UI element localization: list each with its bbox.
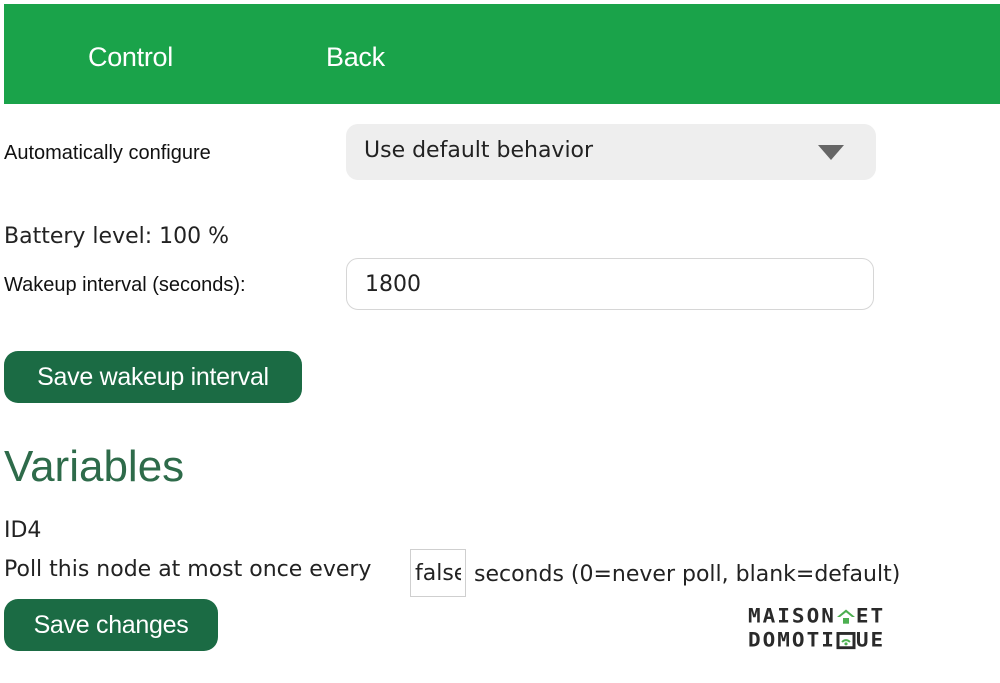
auto-configure-select[interactable]: Use default behavior (346, 124, 876, 180)
poll-interval-suffix: seconds (0=never poll, blank=default) (474, 562, 901, 587)
dropdown-arrow-icon (818, 145, 844, 160)
poll-interval-prefix: Poll this node at most once every (4, 557, 372, 582)
logo-text-maison: MAISON (748, 604, 836, 628)
maison-et-domotique-logo: MAISON ET DOMOTI UE (748, 606, 958, 650)
logo-text-et: ET (855, 604, 886, 628)
save-changes-button[interactable]: Save changes (4, 599, 218, 651)
auto-configure-label: Automatically configure (4, 142, 211, 164)
wakeup-interval-input[interactable] (346, 258, 874, 310)
variables-heading: Variables (4, 442, 185, 491)
variable-id-label: ID4 (4, 518, 42, 543)
logo-text-domoti: DOMOTI (748, 628, 836, 652)
wakeup-interval-label: Wakeup interval (seconds): (4, 274, 246, 296)
battery-level-text: Battery level: 100 % (4, 224, 230, 249)
top-nav-bar: Control Back (4, 4, 1000, 104)
nav-control-link[interactable]: Control (88, 42, 173, 73)
nav-back-link[interactable]: Back (326, 42, 385, 73)
poll-interval-input[interactable] (410, 549, 466, 597)
logo-text-ue: UE (855, 628, 886, 652)
save-wakeup-interval-button[interactable]: Save wakeup interval (4, 351, 302, 403)
auto-configure-selected-value: Use default behavior (364, 138, 594, 163)
house-icon (836, 607, 856, 630)
wifi-q-icon (836, 631, 856, 654)
